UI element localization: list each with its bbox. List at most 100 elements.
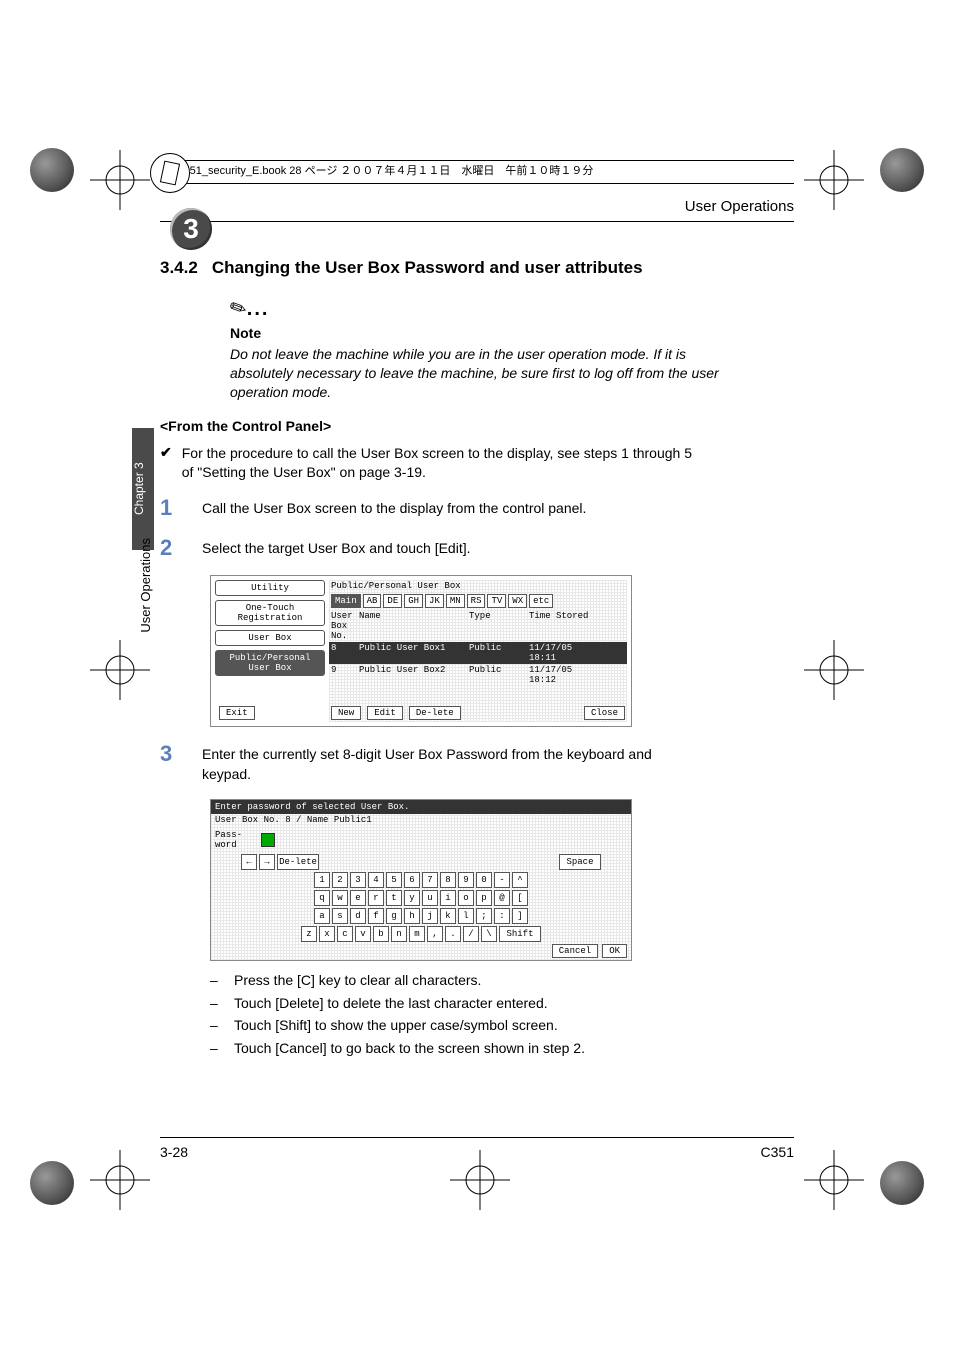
new-button[interactable]: New — [331, 706, 361, 720]
key-w[interactable]: w — [332, 890, 348, 906]
cancel-button[interactable]: Cancel — [552, 944, 598, 958]
key-.[interactable]: . — [445, 926, 461, 942]
print-sphere-icon — [880, 1161, 924, 1205]
key-z[interactable]: z — [301, 926, 317, 942]
key-n[interactable]: n — [391, 926, 407, 942]
key-9[interactable]: 9 — [458, 872, 474, 888]
side-tab-chapter: Chapter 3 — [132, 428, 154, 550]
subheading: <From the Control Panel> — [160, 418, 794, 434]
tab-mn[interactable]: MN — [446, 594, 465, 608]
tab-etc[interactable]: etc — [529, 594, 553, 608]
exit-button[interactable]: Exit — [219, 706, 255, 720]
key-i[interactable]: i — [440, 890, 456, 906]
tab-main[interactable]: Main — [331, 594, 361, 608]
section-title: Changing the User Box Password and user … — [212, 258, 643, 278]
key-\[interactable]: \ — [481, 926, 497, 942]
registration-mark-icon — [804, 1150, 864, 1210]
key-q[interactable]: q — [314, 890, 330, 906]
key-/[interactable]: / — [463, 926, 479, 942]
screenshot-title: Public/Personal User Box — [329, 580, 627, 592]
chapter-badge: 3 — [170, 208, 212, 250]
key-left[interactable]: ← — [241, 854, 257, 870]
key-right[interactable]: → — [259, 854, 275, 870]
step-text-2: Select the target User Box and touch [Ed… — [202, 535, 470, 561]
close-button[interactable]: Close — [584, 706, 625, 720]
table-row[interactable]: 8 Public User Box1 Public 11/17/05 18:11 — [329, 642, 627, 664]
tab-de[interactable]: DE — [383, 594, 402, 608]
one-touch-button[interactable]: One-Touch Registration — [215, 600, 325, 626]
key-f[interactable]: f — [368, 908, 384, 924]
key-k[interactable]: k — [440, 908, 456, 924]
key-e[interactable]: e — [350, 890, 366, 906]
user-box-button[interactable]: User Box — [215, 630, 325, 646]
model-number: C351 — [761, 1144, 794, 1160]
edit-button[interactable]: Edit — [367, 706, 403, 720]
tab-ab[interactable]: AB — [363, 594, 382, 608]
key-2[interactable]: 2 — [332, 872, 348, 888]
key-5[interactable]: 5 — [386, 872, 402, 888]
tab-jk[interactable]: JK — [425, 594, 444, 608]
key-:[interactable]: : — [494, 908, 510, 924]
registration-mark-icon — [804, 640, 864, 700]
key-v[interactable]: v — [355, 926, 371, 942]
key-1[interactable]: 1 — [314, 872, 330, 888]
note-label: Note — [230, 325, 794, 341]
key-7[interactable]: 7 — [422, 872, 438, 888]
password-prompt: Enter password of selected User Box. — [211, 800, 631, 814]
key-g[interactable]: g — [386, 908, 402, 924]
public-personal-button[interactable]: Public/Personal User Box — [215, 650, 325, 676]
key--[interactable]: - — [494, 872, 510, 888]
key-x[interactable]: x — [319, 926, 335, 942]
key-t[interactable]: t — [386, 890, 402, 906]
ok-button[interactable]: OK — [602, 944, 627, 958]
key-Shift[interactable]: Shift — [499, 926, 541, 942]
key-,[interactable]: , — [427, 926, 443, 942]
table-row[interactable]: 9 Public User Box2 Public 11/17/05 18:12 — [329, 664, 627, 686]
dash-icon: – — [210, 1039, 222, 1058]
key-m[interactable]: m — [409, 926, 425, 942]
registration-mark-icon — [804, 150, 864, 210]
running-head: User Operations — [160, 198, 794, 222]
key-s[interactable]: s — [332, 908, 348, 924]
key-d[interactable]: d — [350, 908, 366, 924]
key-o[interactable]: o — [458, 890, 474, 906]
book-header-strip: c351_security_E.book 28 ページ ２００７年４月１１日 水… — [160, 160, 794, 184]
key-8[interactable]: 8 — [440, 872, 456, 888]
table-header: User Box No. Name Type Time Stored — [329, 610, 627, 642]
bullet-text: Touch [Cancel] to go back to the screen … — [234, 1039, 585, 1058]
key-l[interactable]: l — [458, 908, 474, 924]
password-cursor — [261, 833, 275, 847]
key-p[interactable]: p — [476, 890, 492, 906]
screenshot-password-entry: Enter password of selected User Box. Use… — [210, 799, 632, 961]
key-][interactable]: ] — [512, 908, 528, 924]
key-j[interactable]: j — [422, 908, 438, 924]
key-3[interactable]: 3 — [350, 872, 366, 888]
screenshot-user-box-list: Utility One-Touch Registration User Box … — [210, 575, 632, 727]
key-y[interactable]: y — [404, 890, 420, 906]
key-a[interactable]: a — [314, 908, 330, 924]
print-sphere-icon — [880, 148, 924, 192]
key-b[interactable]: b — [373, 926, 389, 942]
key-0[interactable]: 0 — [476, 872, 492, 888]
key-[[interactable]: [ — [512, 890, 528, 906]
utility-button[interactable]: Utility — [215, 580, 325, 596]
key-6[interactable]: 6 — [404, 872, 420, 888]
print-sphere-icon — [30, 148, 74, 192]
key-4[interactable]: 4 — [368, 872, 384, 888]
key-h[interactable]: h — [404, 908, 420, 924]
tab-gh[interactable]: GH — [404, 594, 423, 608]
tab-tv[interactable]: TV — [487, 594, 506, 608]
tab-rs[interactable]: RS — [467, 594, 486, 608]
key-u[interactable]: u — [422, 890, 438, 906]
key-delete[interactable]: De-lete — [277, 854, 319, 870]
delete-button[interactable]: De-lete — [409, 706, 461, 720]
key-r[interactable]: r — [368, 890, 384, 906]
key-;[interactable]: ; — [476, 908, 492, 924]
step-text-1: Call the User Box screen to the display … — [202, 495, 586, 521]
tab-wx[interactable]: WX — [508, 594, 527, 608]
key-space[interactable]: Space — [559, 854, 601, 870]
key-^[interactable]: ^ — [512, 872, 528, 888]
registration-mark-icon — [90, 640, 150, 700]
key-c[interactable]: c — [337, 926, 353, 942]
key-@[interactable]: @ — [494, 890, 510, 906]
